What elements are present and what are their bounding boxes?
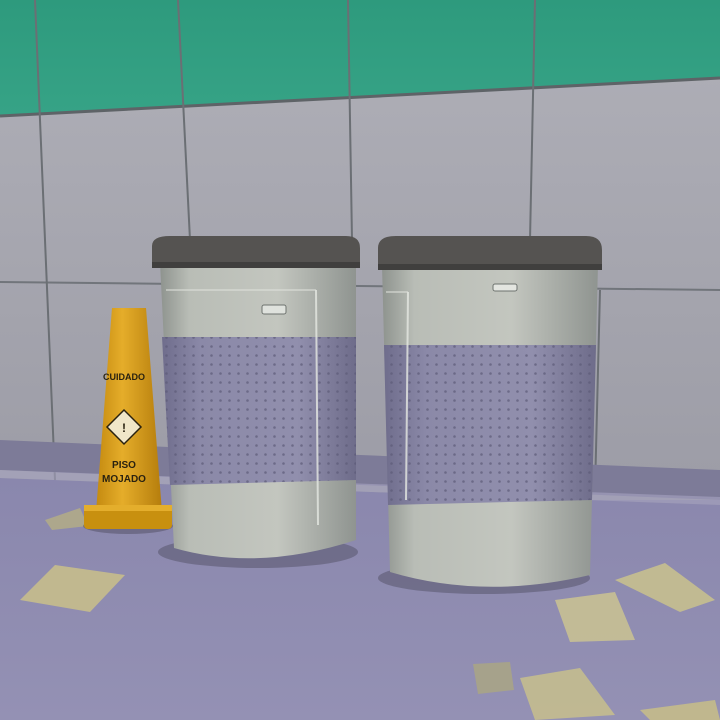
svg-text:!: ! <box>122 421 126 435</box>
game-scene: CUIDADO ! PISO MOJADO <box>0 0 720 720</box>
cone-sign-top-text: CUIDADO <box>103 372 145 382</box>
cone-sign-line1: PISO <box>112 460 136 471</box>
trash-bin-left <box>152 236 360 568</box>
trash-bin-right <box>378 236 602 594</box>
cone-sign-line2: MOJADO <box>102 474 146 485</box>
